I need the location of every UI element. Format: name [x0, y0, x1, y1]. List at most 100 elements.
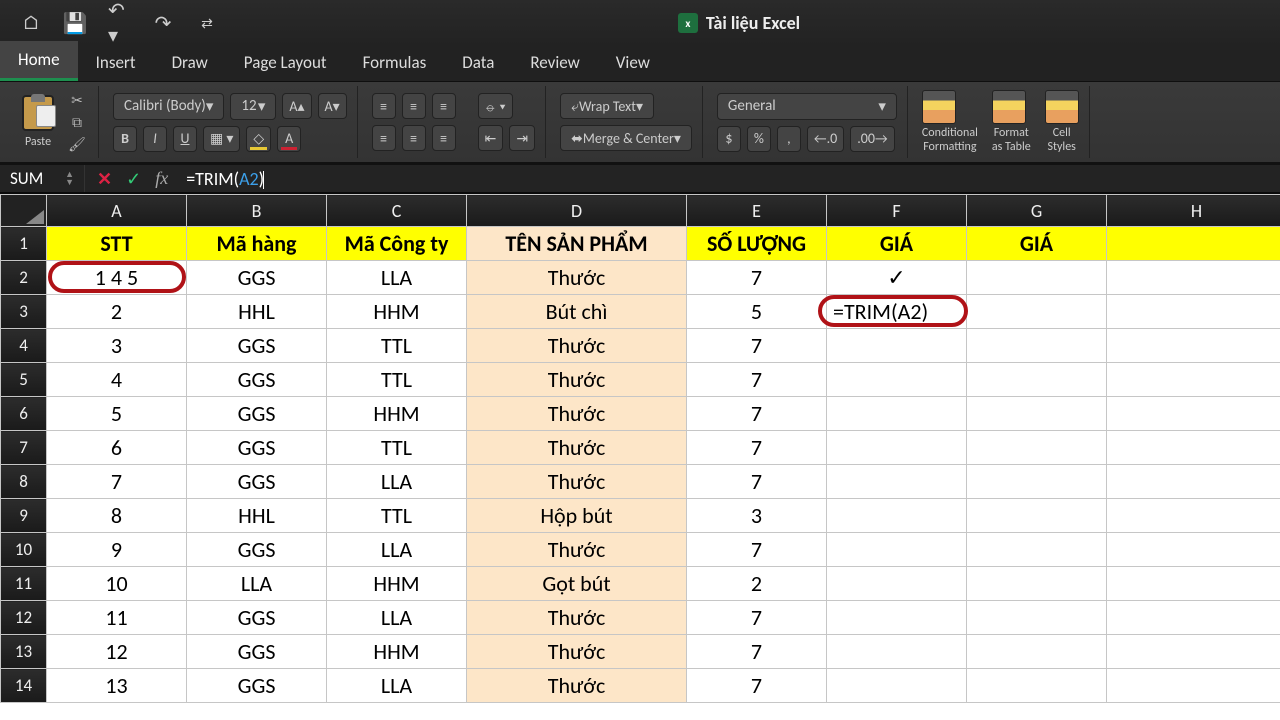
row-header[interactable]: 10	[1, 533, 47, 567]
cell[interactable]	[827, 635, 967, 669]
cell[interactable]: Mã hàng	[187, 227, 327, 261]
underline-button[interactable]: U	[173, 126, 197, 152]
cell[interactable]	[967, 533, 1107, 567]
cell[interactable]	[1107, 465, 1280, 499]
cell[interactable]: 9	[47, 533, 187, 567]
format-painter-icon[interactable]: 🖌	[66, 135, 88, 153]
cell[interactable]: LLA	[327, 465, 467, 499]
cell[interactable]: Thước	[467, 669, 687, 703]
col-header-D[interactable]: D	[467, 195, 687, 227]
cell[interactable]: TTL	[327, 431, 467, 465]
cell[interactable]: GGS	[187, 363, 327, 397]
cell[interactable]: GIÁ	[827, 227, 967, 261]
cell[interactable]: Thước	[467, 431, 687, 465]
cell[interactable]	[967, 601, 1107, 635]
cell[interactable]: 11	[47, 601, 187, 635]
tab-home[interactable]: Home	[0, 41, 78, 81]
align-bottom-icon[interactable]: ≡	[432, 93, 456, 119]
cell[interactable]	[827, 567, 967, 601]
col-header-H[interactable]: H	[1107, 195, 1280, 227]
cell[interactable]: Gọt bút	[467, 567, 687, 601]
cell[interactable]: 3	[687, 499, 827, 533]
cell[interactable]: Thước	[467, 397, 687, 431]
orientation-icon[interactable]: ⦵ ▾	[478, 93, 513, 119]
font-size-select[interactable]: 12▾	[230, 93, 276, 120]
align-left-icon[interactable]: ≡	[372, 125, 396, 151]
merge-center-button[interactable]: ⬌ Merge & Center ▾	[560, 125, 692, 151]
cell[interactable]	[967, 329, 1107, 363]
cell[interactable]: SỐ LƯỢNG	[687, 227, 827, 261]
tab-view[interactable]: View	[598, 44, 668, 81]
cell[interactable]: 7	[687, 635, 827, 669]
tab-review[interactable]: Review	[512, 44, 597, 81]
cell[interactable]: HHL	[187, 295, 327, 329]
redo-icon[interactable]: ↷	[152, 12, 174, 34]
wrap-text-button[interactable]: ⤶ Wrap Text ▾	[560, 93, 654, 119]
confirm-formula-icon[interactable]: ✓	[126, 168, 141, 190]
cell[interactable]: 5	[47, 397, 187, 431]
cell[interactable]: GGS	[187, 329, 327, 363]
cell[interactable]: GGS	[187, 465, 327, 499]
cell[interactable]: 13	[47, 669, 187, 703]
cell[interactable]: GGS	[187, 601, 327, 635]
row-header[interactable]: 2	[1, 261, 47, 295]
cell-styles-icon[interactable]	[1045, 90, 1079, 124]
cell[interactable]	[967, 363, 1107, 397]
row-header[interactable]: 7	[1, 431, 47, 465]
cell[interactable]: 4	[47, 363, 187, 397]
row-header[interactable]: 11	[1, 567, 47, 601]
cell[interactable]	[967, 567, 1107, 601]
row-header[interactable]: 9	[1, 499, 47, 533]
cell[interactable]	[1107, 499, 1280, 533]
cell[interactable]	[967, 295, 1107, 329]
cell[interactable]: 7	[687, 465, 827, 499]
cell[interactable]: HHL	[187, 499, 327, 533]
formula-input[interactable]: =TRIM(A2)	[180, 168, 1280, 190]
cell[interactable]: LLA	[327, 669, 467, 703]
cell[interactable]	[967, 465, 1107, 499]
undo-icon[interactable]: ↶ ▾	[108, 12, 130, 34]
cell[interactable]: TTL	[327, 329, 467, 363]
cell[interactable]: HHM	[327, 397, 467, 431]
spreadsheet-grid[interactable]: A B C D E F G H 1STTMã hàngMã Công tyTÊN…	[0, 194, 1280, 720]
borders-button[interactable]: ▦ ▾	[203, 126, 240, 152]
cell[interactable]: 7	[687, 601, 827, 635]
decrease-indent-icon[interactable]: ⇤	[478, 125, 504, 151]
cell[interactable]	[827, 431, 967, 465]
fill-color-button[interactable]: ◇	[246, 126, 271, 152]
cell[interactable]: 7	[687, 397, 827, 431]
cell[interactable]	[967, 669, 1107, 703]
cell[interactable]: HHM	[327, 635, 467, 669]
cell[interactable]	[827, 669, 967, 703]
format-as-table-icon[interactable]	[992, 90, 1026, 124]
cell[interactable]: 5	[687, 295, 827, 329]
tab-formulas[interactable]: Formulas	[345, 44, 445, 81]
save-icon[interactable]: 💾	[64, 12, 86, 34]
cell[interactable]: 12	[47, 635, 187, 669]
align-middle-icon[interactable]: ≡	[402, 93, 426, 119]
copy-icon[interactable]: ⧉	[66, 113, 88, 131]
fx-icon[interactable]: fx	[155, 168, 168, 189]
cell[interactable]	[1107, 601, 1280, 635]
row-header[interactable]: 4	[1, 329, 47, 363]
decrease-decimal-icon[interactable]: .00→	[850, 126, 894, 152]
cell[interactable]: TTL	[327, 363, 467, 397]
font-color-button[interactable]: A	[277, 126, 301, 152]
cancel-formula-icon[interactable]: ✕	[97, 168, 112, 190]
home-icon[interactable]: ⌂	[20, 12, 42, 34]
cell[interactable]: LLA	[187, 567, 327, 601]
cell[interactable]: HHM	[327, 567, 467, 601]
row-header[interactable]: 12	[1, 601, 47, 635]
col-header-C[interactable]: C	[327, 195, 467, 227]
cell[interactable]: 3	[47, 329, 187, 363]
number-format-select[interactable]: General▾	[717, 93, 897, 120]
increase-font-icon[interactable]: A▴	[282, 93, 311, 119]
cell[interactable]: 7	[687, 533, 827, 567]
tab-draw[interactable]: Draw	[154, 44, 226, 81]
cell[interactable]: 7	[47, 465, 187, 499]
cell[interactable]	[827, 465, 967, 499]
percent-icon[interactable]: %	[747, 126, 771, 152]
cell[interactable]: 6	[47, 431, 187, 465]
cell[interactable]	[827, 601, 967, 635]
cell[interactable]: LLA	[327, 261, 467, 295]
